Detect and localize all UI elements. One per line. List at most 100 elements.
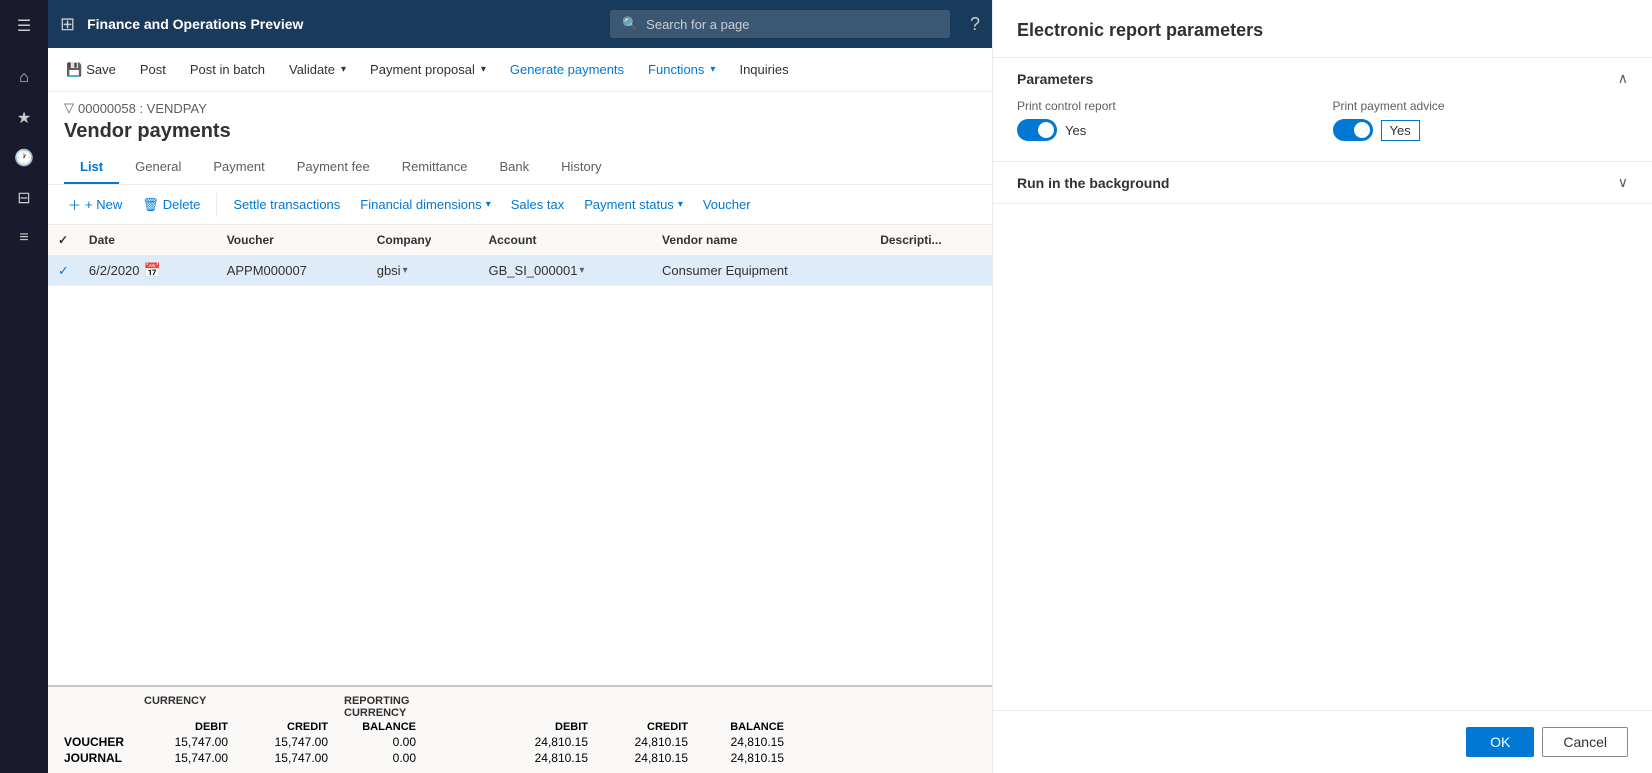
delete-button[interactable]: 🗑 Delete (134, 193, 208, 217)
sales-tax-button[interactable]: Sales tax (503, 193, 572, 216)
parameters-section-title: Parameters (1017, 71, 1093, 87)
toggle-slider-2 (1333, 119, 1373, 141)
financial-dimensions-button[interactable]: Financial dimensions ▾ (352, 193, 498, 216)
row-company: gbsi ▾ (367, 256, 479, 286)
journal-credit: 15,747.00 (244, 751, 344, 765)
col-voucher[interactable]: Voucher (217, 225, 367, 256)
tab-remittance[interactable]: Remittance (386, 151, 484, 184)
app-grid-icon[interactable]: ⊞ (60, 14, 75, 35)
parameters-section-header[interactable]: Parameters ∧ (993, 58, 1652, 99)
run-background-section: Run in the background ∨ (993, 162, 1652, 204)
financial-dim-caret-icon: ▾ (486, 199, 491, 210)
functions-button[interactable]: Functions ▾ (638, 52, 725, 88)
account-caret-icon[interactable]: ▾ (579, 265, 584, 276)
list-icon[interactable]: ≡ (6, 220, 42, 256)
post-batch-button[interactable]: Post in batch (180, 52, 275, 88)
voucher-r-balance: 24,810.15 (704, 735, 784, 749)
tab-list[interactable]: List (64, 151, 119, 184)
panel-title: Electronic report parameters (1017, 20, 1263, 57)
run-background-expand-icon[interactable]: ∨ (1618, 174, 1628, 191)
journal-r-credit: 24,810.15 (604, 751, 704, 765)
star-icon[interactable]: ★ (6, 100, 42, 136)
separator (216, 193, 217, 217)
post-button[interactable]: Post (130, 52, 176, 88)
table-row[interactable]: ✓ 6/2/2020 📅 APPM000007 gbsi (48, 256, 992, 286)
payment-proposal-caret-icon: ▾ (481, 64, 486, 75)
col-account[interactable]: Account (479, 225, 653, 256)
functions-caret-icon: ▾ (710, 64, 715, 75)
calendar-icon[interactable]: 📅 (144, 262, 161, 279)
parameters-collapse-icon[interactable]: ∧ (1618, 70, 1628, 87)
help-icon[interactable]: ? (970, 14, 980, 35)
workspace-icon[interactable]: ⊟ (6, 180, 42, 216)
history-icon[interactable]: 🕐 (6, 140, 42, 176)
panel-header: Electronic report parameters (993, 0, 1652, 58)
journal-debit: 15,747.00 (144, 751, 244, 765)
param-grid: Print control report Yes Print payment a… (1017, 99, 1628, 141)
payment-status-button[interactable]: Payment status ▾ (576, 193, 691, 216)
col-date[interactable]: Date (79, 225, 217, 256)
credit-col-header: CREDIT (244, 721, 344, 733)
search-input[interactable] (646, 17, 938, 32)
col-vendor-name[interactable]: Vendor name (652, 225, 870, 256)
main-area: ⊞ Finance and Operations Preview 🔍 ? 💾 S… (48, 0, 992, 773)
payment-status-caret-icon: ▾ (678, 199, 683, 210)
r-balance-col-header: BALANCE (704, 721, 784, 733)
company-caret-icon[interactable]: ▾ (403, 265, 408, 276)
r-credit-col-header: CREDIT (604, 721, 704, 733)
journal-r-debit: 24,810.15 (504, 751, 604, 765)
payment-proposal-button[interactable]: Payment proposal ▾ (360, 52, 496, 88)
checkmark-icon: ✓ (58, 263, 69, 278)
print-control-report-label: Print control report (1017, 99, 1313, 113)
print-control-report-control: Yes (1017, 119, 1313, 141)
home-icon[interactable]: ⌂ (6, 60, 42, 96)
settle-transactions-button[interactable]: Settle transactions (225, 193, 348, 216)
col-company[interactable]: Company (367, 225, 479, 256)
row-check[interactable]: ✓ (48, 256, 79, 286)
print-payment-advice-control: Yes (1333, 119, 1629, 141)
row-description (870, 256, 992, 286)
voucher-debit: 15,747.00 (144, 735, 244, 749)
voucher-r-credit: 24,810.15 (604, 735, 704, 749)
tab-history[interactable]: History (545, 151, 617, 184)
reporting-currency-label: REPORTING CURRENCY (344, 695, 424, 719)
run-background-title: Run in the background (1017, 175, 1169, 191)
save-button[interactable]: 💾 Save (56, 52, 126, 88)
inquiries-button[interactable]: Inquiries (729, 52, 798, 88)
delete-icon: 🗑 (142, 197, 159, 213)
title-bar: ⊞ Finance and Operations Preview 🔍 ? (48, 0, 992, 48)
sidebar: ☰ ⌂ ★ 🕐 ⊟ ≡ (0, 0, 48, 773)
run-background-section-header[interactable]: Run in the background ∨ (993, 162, 1652, 203)
hamburger-menu-icon[interactable]: ☰ (6, 8, 42, 44)
row-account: GB_SI_000001 ▾ (479, 256, 653, 286)
tab-general[interactable]: General (119, 151, 197, 184)
col-description[interactable]: Descripti... (870, 225, 992, 256)
voucher-balance: 0.00 (344, 735, 424, 749)
journal-r-balance: 24,810.15 (704, 751, 784, 765)
vendor-payments-table: ✓ Date Voucher Company Account Vendor na… (48, 225, 992, 286)
print-control-report-param: Print control report Yes (1017, 99, 1313, 141)
debit-col-header: DEBIT (144, 721, 244, 733)
sub-toolbar: ＋ + New 🗑 Delete Settle transactions Fin… (48, 185, 992, 225)
tab-payment-fee[interactable]: Payment fee (281, 151, 386, 184)
validate-button[interactable]: Validate ▾ (279, 52, 356, 88)
tab-bank[interactable]: Bank (483, 151, 545, 184)
print-payment-advice-toggle[interactable] (1333, 119, 1373, 141)
print-payment-advice-value: Yes (1381, 120, 1420, 141)
voucher-button[interactable]: Voucher (695, 193, 759, 216)
validate-caret-icon: ▾ (341, 64, 346, 75)
r-debit-col-header: DEBIT (504, 721, 604, 733)
voucher-summary-row: VOUCHER 15,747.00 15,747.00 0.00 24,810.… (64, 735, 976, 749)
search-box[interactable]: 🔍 (610, 10, 950, 38)
generate-payments-button[interactable]: Generate payments (500, 52, 634, 88)
cancel-button[interactable]: Cancel (1542, 727, 1628, 757)
toggle-slider (1017, 119, 1057, 141)
ok-button[interactable]: OK (1466, 727, 1534, 757)
print-control-report-toggle[interactable] (1017, 119, 1057, 141)
print-payment-advice-label: Print payment advice (1333, 99, 1629, 113)
right-panel: Electronic report parameters Parameters … (992, 0, 1652, 773)
new-icon: ＋ (68, 195, 81, 214)
filter-icon: ▽ (64, 100, 74, 116)
new-button[interactable]: ＋ + New (60, 191, 130, 218)
tab-payment[interactable]: Payment (197, 151, 280, 184)
